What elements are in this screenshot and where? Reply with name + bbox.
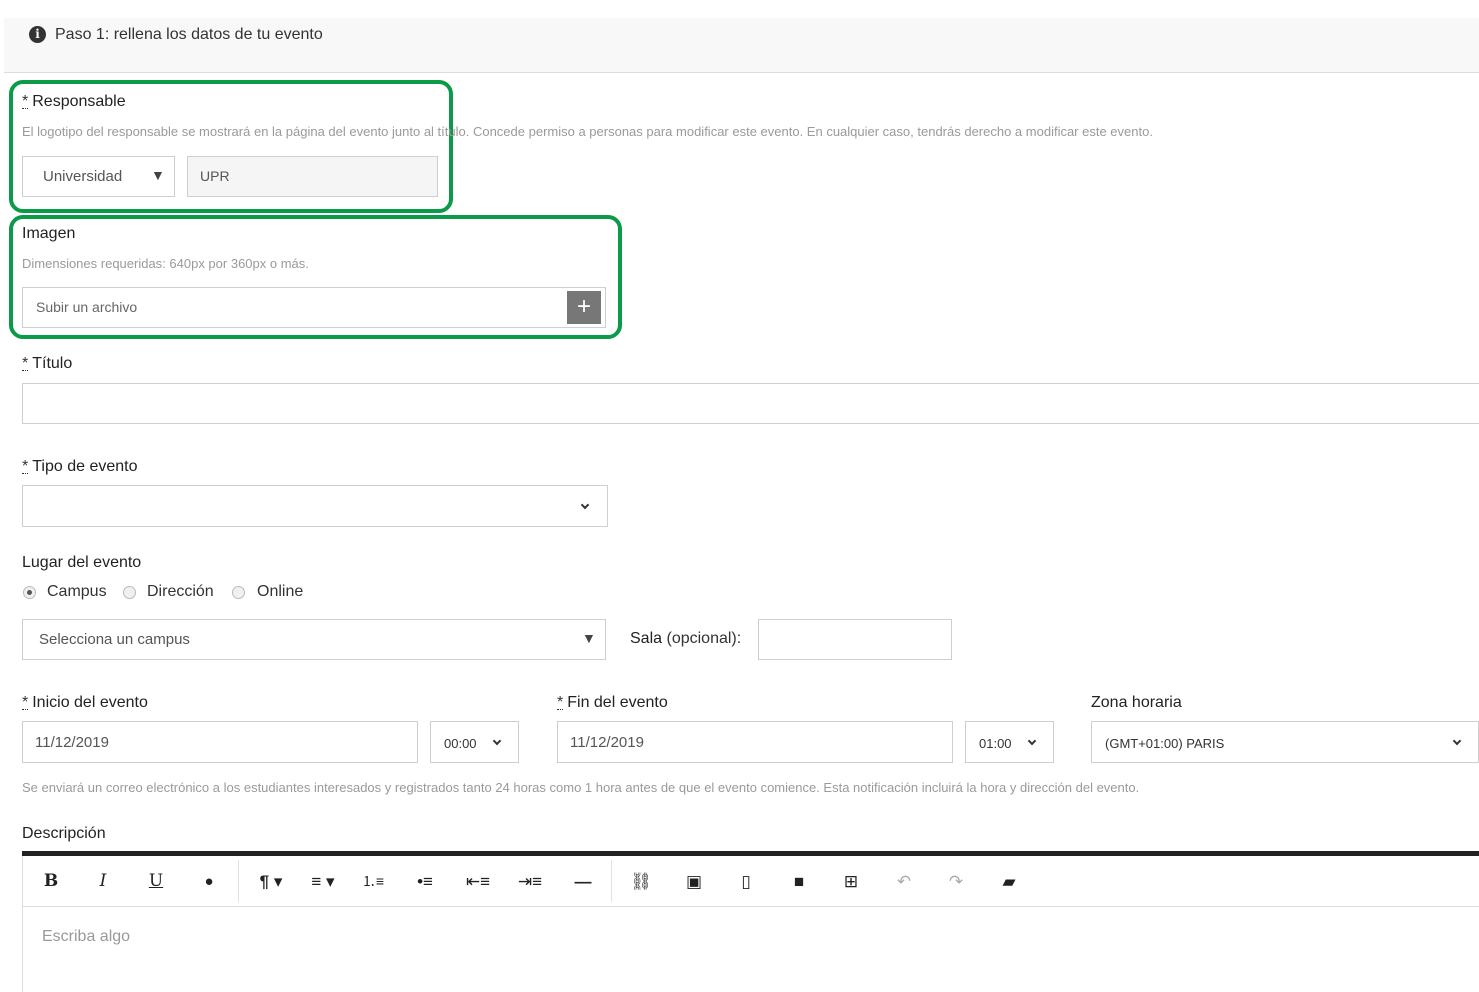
add-file-button[interactable]: + — [567, 291, 601, 324]
inicio-time-select[interactable]: 00:00 — [430, 721, 519, 763]
bold-icon[interactable]: B — [31, 856, 71, 907]
responsable-type-select[interactable]: Universidad ▼ — [22, 156, 175, 197]
description-editor[interactable]: Escriba algo — [22, 907, 1479, 992]
fin-date-input[interactable]: 11/12/2019 — [557, 721, 953, 763]
radio-online-label: Online — [257, 583, 304, 600]
italic-icon[interactable]: I — [83, 856, 123, 907]
descripcion-label: Descripción — [22, 825, 106, 842]
chevron-down-icon — [492, 736, 502, 746]
radio-online[interactable] — [232, 586, 245, 599]
tipo-evento-label: * Tipo de evento — [22, 458, 138, 475]
sala-input[interactable] — [758, 619, 952, 660]
upload-placeholder: Subir un archivo — [36, 299, 138, 315]
responsable-help: El logotipo del responsable se mostrará … — [22, 124, 1153, 139]
responsable-name-field[interactable]: UPR — [187, 156, 438, 197]
radio-direccion-label: Dirección — [147, 583, 214, 600]
zona-label: Zona horaria — [1091, 694, 1182, 711]
table-icon[interactable]: ⊞ — [831, 856, 871, 907]
inicio-time-value: 00:00 — [444, 736, 477, 751]
imagen-label: Imagen — [22, 225, 76, 242]
horizontal-rule-icon[interactable]: — — [563, 856, 603, 907]
fin-time-value: 01:00 — [979, 736, 1012, 751]
dropdown-arrow-icon: ▼ — [582, 630, 596, 646]
responsable-label: * Responsable — [22, 93, 126, 110]
step-header: i Paso 1: rellena los datos de tu evento — [4, 18, 1479, 73]
image-icon[interactable]: ▣ — [674, 856, 714, 907]
clear-format-icon[interactable]: ▰ — [989, 856, 1029, 907]
align-icon[interactable]: ≡ ▾ — [303, 856, 343, 907]
chevron-down-icon — [1027, 736, 1037, 746]
inicio-date-input[interactable]: 11/12/2019 — [22, 721, 418, 763]
zona-select[interactable]: (GMT+01:00) PARIS — [1091, 721, 1479, 763]
dropdown-arrow-icon: ▼ — [151, 167, 165, 183]
inicio-label: * Inicio del evento — [22, 694, 148, 711]
underline-icon[interactable]: U — [136, 856, 176, 907]
redo-icon[interactable]: ↷ — [936, 856, 976, 907]
unordered-list-icon[interactable]: •≡ — [405, 856, 445, 907]
fin-date-value: 11/12/2019 — [570, 734, 644, 751]
undo-icon[interactable]: ↶ — [884, 856, 924, 907]
outdent-icon[interactable]: ⇤≡ — [458, 856, 498, 907]
radio-direccion[interactable] — [123, 586, 136, 599]
titulo-label: * Título — [22, 355, 73, 372]
sala-label: Sala (opcional): — [630, 630, 742, 647]
indent-icon[interactable]: ⇥≡ — [510, 856, 550, 907]
step-title: Paso 1: rellena los datos de tu evento — [55, 26, 323, 43]
zona-value: (GMT+01:00) PARIS — [1105, 736, 1225, 751]
link-icon[interactable]: ⛓ — [621, 856, 661, 907]
notification-notice: Se enviará un correo electrónico a los e… — [22, 780, 1140, 795]
editor-toolbar: B I U ● ¶ ▾ ≡ ▾ ⒈≡ •≡ ⇤≡ ⇥≡ — ⛓ ▣ ▯ ■ ⊞ … — [22, 856, 1479, 907]
file-icon[interactable]: ▯ — [726, 856, 766, 907]
inicio-date-value: 11/12/2019 — [35, 734, 109, 751]
video-icon[interactable]: ■ — [779, 856, 819, 907]
lugar-label: Lugar del evento — [22, 554, 142, 571]
fin-label: * Fin del evento — [557, 694, 668, 711]
editor-placeholder: Escriba algo — [42, 928, 131, 945]
responsable-name-value: UPR — [200, 168, 230, 184]
chevron-down-icon — [580, 500, 590, 510]
toolbar-divider — [611, 860, 612, 902]
ordered-list-icon[interactable]: ⒈≡ — [353, 856, 393, 907]
chevron-down-icon — [1452, 736, 1462, 746]
required-mark: * — [22, 93, 29, 110]
paragraph-icon[interactable]: ¶ ▾ — [251, 856, 291, 907]
tipo-evento-select[interactable] — [22, 485, 608, 527]
upload-field[interactable]: Subir un archivo + — [22, 287, 606, 328]
responsable-type-value: Universidad — [43, 168, 123, 185]
titulo-input[interactable] — [22, 383, 1479, 424]
fin-time-select[interactable]: 01:00 — [965, 721, 1054, 763]
campus-placeholder: Selecciona un campus — [39, 631, 190, 648]
imagen-help: Dimensiones requeridas: 640px por 360px … — [22, 256, 309, 271]
radio-campus[interactable] — [23, 586, 36, 599]
info-icon: i — [29, 26, 46, 43]
radio-campus-label: Campus — [47, 583, 107, 600]
toolbar-divider — [238, 860, 239, 902]
campus-select[interactable]: Selecciona un campus ▼ — [22, 619, 606, 660]
text-color-icon[interactable]: ● — [189, 856, 229, 907]
